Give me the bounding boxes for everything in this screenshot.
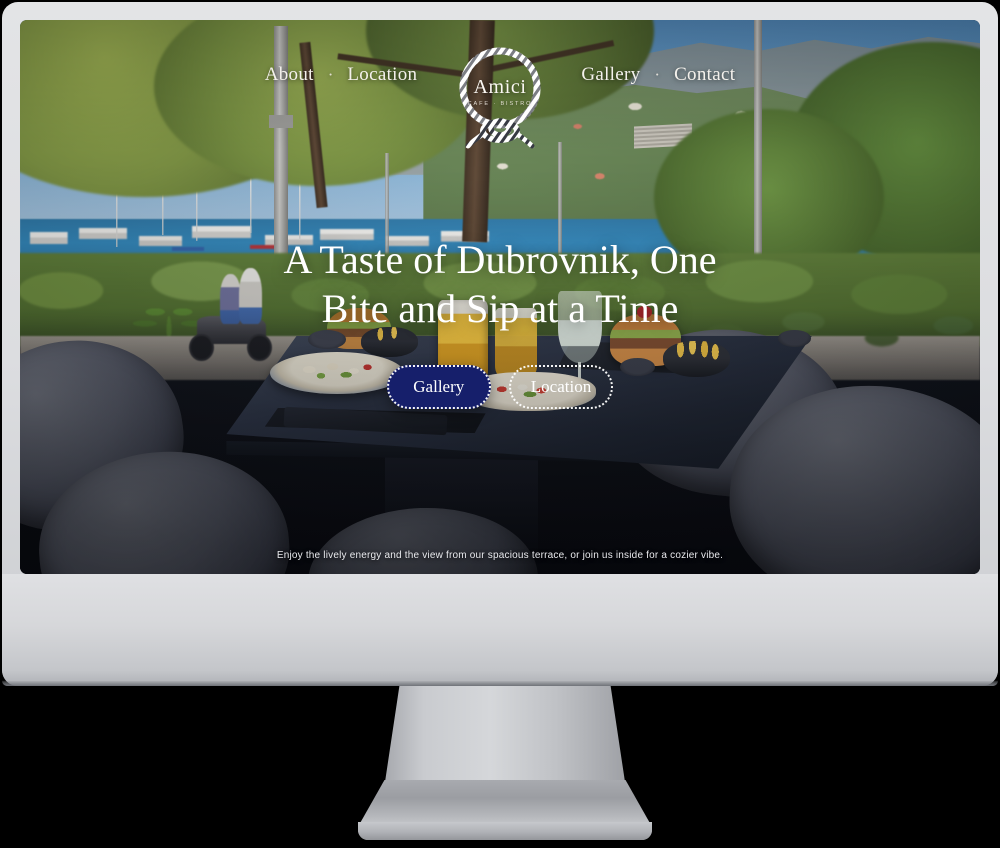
monitor-stand-neck	[385, 686, 625, 782]
website-overlay: About · Location Gallery · Contact Amici…	[20, 20, 980, 574]
hero-title-line-1: A Taste of Dubrovnik, One	[283, 237, 717, 282]
nav-group-left: About · Location	[265, 64, 418, 86]
logo-wordmark: Amici	[473, 76, 527, 98]
dotted-border-decoration	[508, 365, 614, 409]
nav-link-contact[interactable]: Contact	[674, 64, 735, 86]
dotted-border-decoration	[386, 365, 491, 409]
logo-tagline: CAFE · BISTRO	[467, 101, 533, 107]
nav-separator-icon: ·	[654, 65, 661, 84]
hero-title-line-2: Bite and Sip at a Time	[321, 285, 679, 331]
monitor-stand-base-lip	[358, 822, 652, 840]
nav-group-right: Gallery · Contact	[581, 64, 735, 86]
site-logo[interactable]: Amici CAFE · BISTRO	[453, 38, 547, 150]
location-button[interactable]: Location	[508, 365, 614, 409]
nav-link-gallery[interactable]: Gallery	[581, 64, 640, 86]
monitor-screen: About · Location Gallery · Contact Amici…	[20, 20, 980, 574]
monitor-chin	[2, 574, 998, 686]
nav-separator-icon: ·	[327, 65, 334, 84]
monitor-mockup-scene: About · Location Gallery · Contact Amici…	[0, 0, 1000, 848]
hero-cta-row: Gallery Location	[20, 365, 980, 409]
hero-copy: A Taste of Dubrovnik, One Bite and Sip a…	[20, 236, 980, 334]
gallery-button[interactable]: Gallery	[386, 365, 491, 409]
nav-link-location[interactable]: Location	[347, 64, 417, 86]
hero-caption: Enjoy the lively energy and the view fro…	[276, 550, 724, 561]
nav-link-about[interactable]: About	[265, 64, 314, 86]
